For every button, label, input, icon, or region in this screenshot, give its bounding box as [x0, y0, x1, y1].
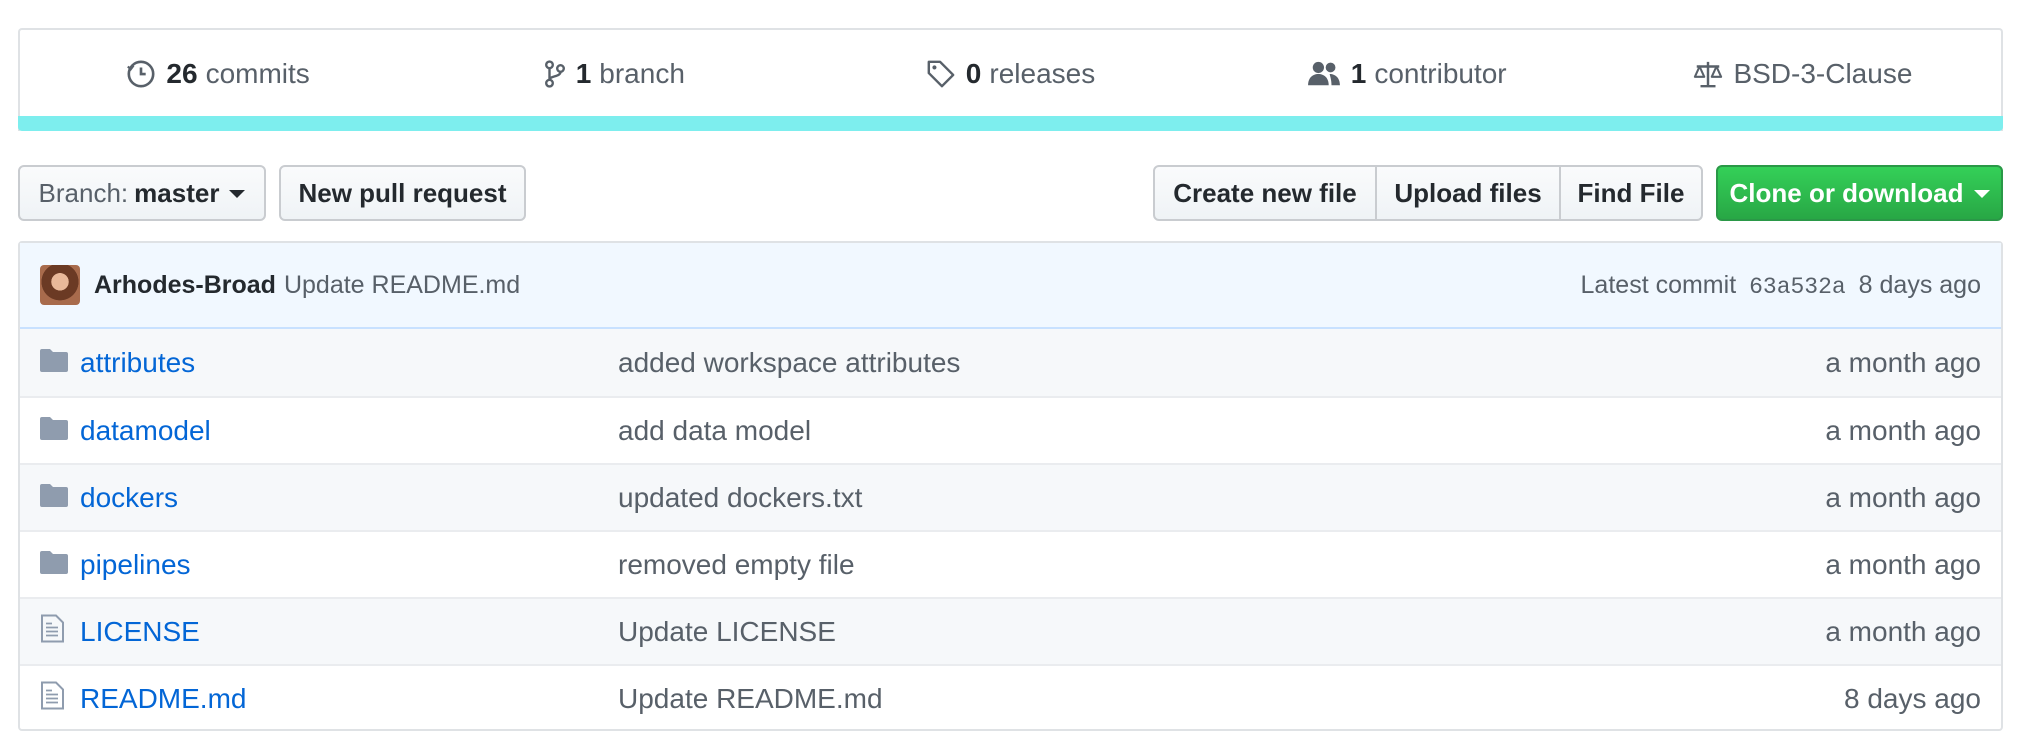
file-name-link[interactable]: pipelines — [80, 549, 191, 581]
commits-count: 26 — [166, 58, 198, 89]
file-rows: attributes added workspace attributes a … — [20, 329, 2001, 731]
commit-message-link[interactable]: Update README.md — [284, 271, 520, 300]
contributors-link[interactable]: 1 contributor — [1209, 58, 1605, 90]
file-list: Arhodes-Broad Update README.md Latest co… — [18, 241, 2003, 731]
folder-icon — [40, 549, 68, 581]
language-bar[interactable] — [18, 116, 2003, 131]
file-name-link[interactable]: README.md — [80, 683, 246, 715]
table-row: attributes added workspace attributes a … — [20, 329, 2001, 396]
branch-name: master — [134, 177, 220, 208]
license-link[interactable]: BSD-3-Clause — [1605, 58, 2001, 90]
file-commit-message-link[interactable]: updated dockers.txt — [618, 482, 862, 514]
file-commit-age: a month ago — [1825, 615, 1981, 647]
table-row: datamodel add data model a month ago — [20, 396, 2001, 463]
folder-icon — [40, 415, 68, 447]
upload-files-button[interactable]: Upload files — [1375, 165, 1561, 221]
law-icon — [1694, 61, 1723, 88]
table-row: LICENSE Update LICENSE a month ago — [20, 597, 2001, 664]
file-commit-message-link[interactable]: Update README.md — [618, 683, 883, 715]
git-branch-icon — [544, 60, 565, 88]
branch-prefix: Branch: — [38, 177, 129, 208]
latest-commit-info: Latest commit 63a532a 8 days ago — [1581, 271, 1981, 300]
clone-label: Clone or download — [1729, 177, 1964, 208]
file-commit-message-link[interactable]: Update LICENSE — [618, 616, 836, 648]
clone-or-download-button[interactable]: Clone or download — [1716, 165, 2003, 221]
file-commit-message-link[interactable]: add data model — [618, 415, 811, 447]
releases-count: 0 — [965, 58, 982, 89]
table-row: dockers updated dockers.txt a month ago — [20, 463, 2001, 530]
file-icon — [40, 614, 64, 649]
table-row: pipelines removed empty file a month ago — [20, 530, 2001, 597]
repo-summary-bar: 26 commits 1 branch 0 releases 1 contrib… — [18, 28, 2003, 131]
file-commit-age: a month ago — [1825, 548, 1981, 580]
folder-icon — [40, 482, 68, 514]
file-actions-group: Create new file Upload files Find File — [1153, 165, 1703, 221]
file-commit-message-link[interactable]: added workspace attributes — [618, 347, 960, 379]
file-name-link[interactable]: LICENSE — [80, 616, 200, 648]
file-commit-age: a month ago — [1825, 414, 1981, 446]
branch-select-button[interactable]: Branch: master — [18, 165, 266, 221]
history-icon — [127, 60, 155, 88]
commits-link[interactable]: 26 commits — [20, 58, 416, 90]
latest-commit-bar: Arhodes-Broad Update README.md Latest co… — [20, 243, 2001, 329]
contributors-label: contributor — [1374, 58, 1507, 89]
branches-link[interactable]: 1 branch — [416, 58, 812, 90]
file-commit-age: a month ago — [1825, 346, 1981, 378]
people-icon — [1307, 61, 1340, 86]
chevron-down-icon — [229, 190, 246, 198]
branches-label: branch — [599, 58, 685, 89]
commit-author-link[interactable]: Arhodes-Broad — [94, 271, 276, 300]
file-name-link[interactable]: dockers — [80, 482, 178, 514]
file-icon — [40, 681, 64, 716]
releases-label: releases — [989, 58, 1096, 89]
file-commit-age: a month ago — [1825, 481, 1981, 513]
find-file-button[interactable]: Find File — [1559, 165, 1703, 221]
file-commit-message-link[interactable]: removed empty file — [618, 549, 855, 581]
file-name-link[interactable]: datamodel — [80, 415, 211, 447]
table-row: README.md Update README.md 8 days ago — [20, 664, 2001, 731]
create-new-file-button[interactable]: Create new file — [1153, 165, 1377, 221]
file-commit-age: 8 days ago — [1844, 682, 1981, 714]
new-pull-request-button[interactable]: New pull request — [279, 165, 526, 221]
tag-icon — [927, 60, 955, 88]
chevron-down-icon — [1973, 190, 1990, 198]
license-label: BSD-3-Clause — [1733, 58, 1913, 89]
contributors-count: 1 — [1350, 58, 1367, 89]
commits-label: commits — [205, 58, 310, 89]
summary-row: 26 commits 1 branch 0 releases 1 contrib… — [20, 30, 2001, 118]
releases-link[interactable]: 0 releases — [812, 58, 1208, 90]
commit-age: 8 days ago — [1858, 270, 1981, 299]
commit-sha-link[interactable]: 63a532a — [1749, 274, 1846, 300]
latest-commit-prefix: Latest commit — [1580, 270, 1737, 299]
branches-count: 1 — [575, 58, 592, 89]
avatar[interactable] — [40, 265, 80, 305]
folder-icon — [40, 347, 68, 379]
file-name-link[interactable]: attributes — [80, 347, 195, 379]
